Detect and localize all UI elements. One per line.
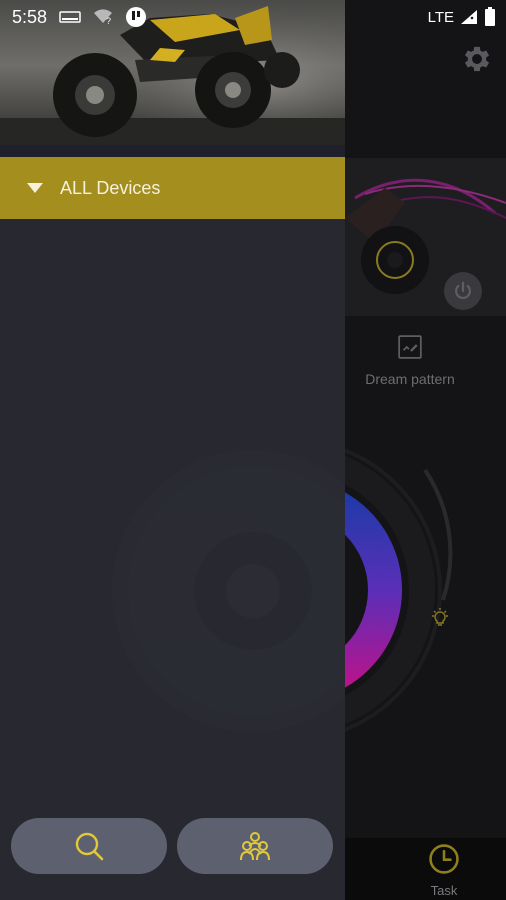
status-time: 5:58 (12, 6, 48, 27)
all-devices-toggle[interactable]: ALL Devices (0, 157, 345, 219)
task-tab[interactable]: Task (418, 842, 470, 898)
search-button[interactable] (11, 818, 167, 874)
task-label: Task (430, 883, 458, 898)
svg-text:?: ? (106, 16, 111, 25)
dropdown-triangle-icon (27, 183, 43, 193)
navigation-drawer: ALL Devices (0, 0, 345, 900)
app-notification-icon (126, 7, 147, 27)
search-icon (75, 832, 104, 861)
settings-gear-icon[interactable] (460, 42, 494, 76)
power-button[interactable] (444, 272, 482, 310)
dream-pattern-tab[interactable]: Dream pattern (355, 334, 465, 394)
power-icon (455, 281, 471, 300)
group-icon (240, 832, 270, 861)
color-wheel[interactable] (345, 430, 506, 760)
status-bar: 5:58 ? LTE (0, 0, 506, 34)
edit-pattern-icon (398, 335, 422, 359)
clock-icon (429, 844, 459, 874)
card-notification-icon (59, 11, 81, 23)
drawer-action-buttons (0, 818, 345, 874)
battery-icon (485, 7, 495, 26)
signal-icon (461, 10, 477, 24)
all-devices-label: ALL Devices (60, 177, 161, 198)
dream-pattern-label: Dream pattern (365, 371, 455, 387)
drawer-background-shadow (112, 450, 345, 732)
wifi-question-icon: ? (94, 9, 113, 25)
group-button[interactable] (177, 818, 333, 874)
brightness-bulb-icon (428, 606, 452, 635)
drawer-divider (0, 145, 345, 157)
network-type: LTE (427, 8, 454, 26)
